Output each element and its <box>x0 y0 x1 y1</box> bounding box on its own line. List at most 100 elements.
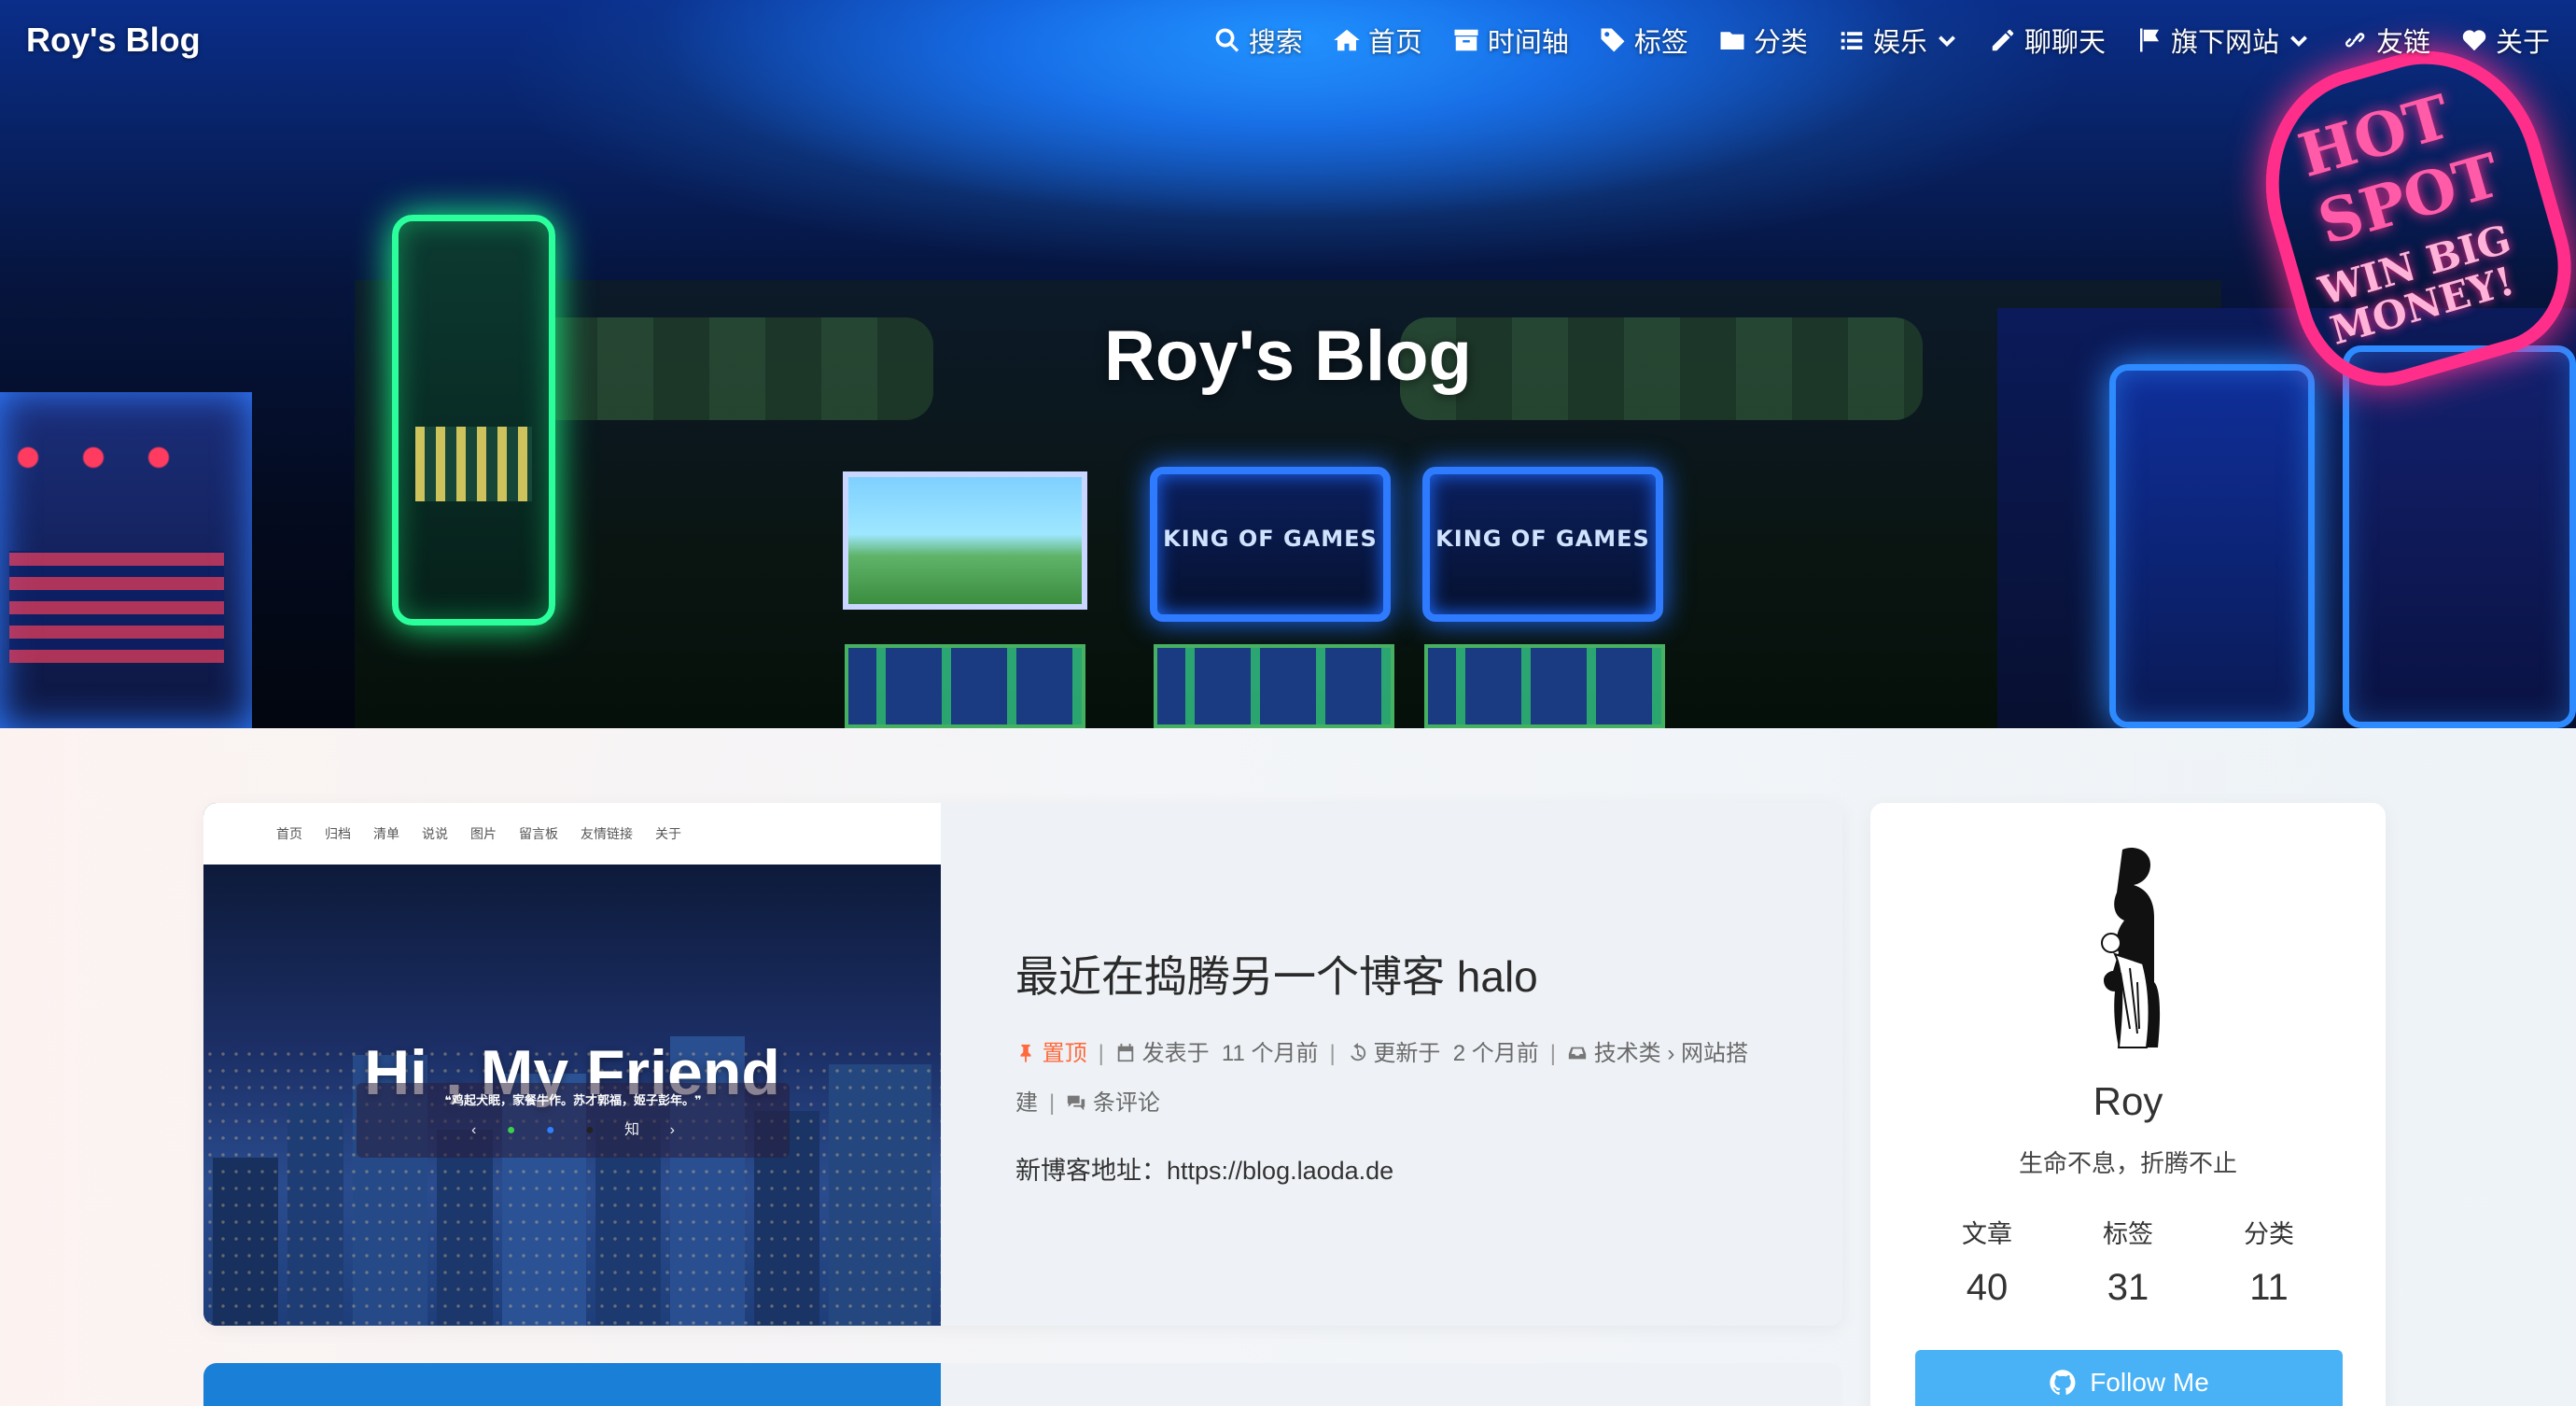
thumbnail-icon: › <box>669 1122 675 1138</box>
pinned-badge: 置顶 <box>1015 1041 1087 1066</box>
thumbnail-nav-item: 归档 <box>325 826 351 841</box>
thumbnail-nav-item: 清单 <box>373 826 399 841</box>
flag-icon <box>2135 26 2163 54</box>
nav-item-label: 聊聊天 <box>2023 28 2106 58</box>
meta-separator: | <box>1329 1041 1336 1066</box>
nav-item-label: 时间轴 <box>1487 28 1569 58</box>
post-card: 首页 归档 清单 说说 图片 留言板 友情链接 关于 Hi , My Frien… <box>203 803 1842 1326</box>
updated-date: 2 个月前 <box>1452 1041 1539 1066</box>
nav-item-timeline[interactable]: 时间轴 <box>1452 21 1569 60</box>
nav-item-tags[interactable]: 标签 <box>1599 21 1688 60</box>
chevron-down-icon <box>1935 28 1959 52</box>
pinned-label: 置顶 <box>1042 1041 1087 1066</box>
thumbnail-nav-item: 留言板 <box>519 826 558 841</box>
profile-name: Roy <box>2093 1079 2163 1123</box>
post-title[interactable]: 最近在捣腾另一个博客 halo <box>1015 943 1842 1005</box>
nav-item-entertainment[interactable]: 娱乐 <box>1838 21 1959 60</box>
nav-item-links[interactable]: 友链 <box>2341 21 2430 60</box>
heart-icon <box>2460 26 2488 54</box>
comments-label[interactable]: 条评论 <box>1093 1090 1160 1116</box>
nav-item-chat[interactable]: 聊聊天 <box>1989 21 2106 60</box>
hero-grid <box>9 551 224 663</box>
thumbnail-nav-item: 关于 <box>655 826 681 841</box>
hero-banner: KING OF GAMES KING OF GAMES HOT SPOT WIN … <box>0 0 2576 728</box>
thumbnail-quote: ❝鸡起犬眠，家餐牛作。苏才郭福，姬子彭年。❞ <box>444 1093 702 1107</box>
profile-stats: 文章 40 标签 31 分类 11 <box>1917 1214 2339 1309</box>
hero-game-screen-1: KING OF GAMES <box>1150 467 1391 622</box>
search-icon <box>1213 26 1241 54</box>
hero-lower-panel <box>1154 644 1394 728</box>
history-icon <box>1347 1033 1367 1080</box>
nav-item-sites[interactable]: 旗下网站 <box>2135 21 2311 60</box>
post-meta: 置顶 | 发表于 11 个月前 | 更新于 2 个月前 | 技术类 › 网站搭建 | 条… <box>1015 1031 1781 1130</box>
hero-screen-label: KING OF GAMES <box>1435 526 1650 552</box>
follow-me-button[interactable]: Follow Me <box>1915 1350 2343 1406</box>
hero-lower-panel <box>1424 644 1665 728</box>
chevron-down-icon <box>2287 28 2311 52</box>
nav-item-label: 关于 <box>2495 28 2550 58</box>
stat-categories[interactable]: 分类 11 <box>2199 1214 2339 1309</box>
nav-item-home[interactable]: 首页 <box>1333 21 1422 60</box>
nav-item-label: 分类 <box>1753 28 1808 58</box>
profile-motto: 生命不息，折腾不止 <box>2018 1149 2237 1177</box>
inbox-icon <box>1567 1033 1588 1080</box>
meta-separator: | <box>1098 1041 1104 1066</box>
follow-me-label: Follow Me <box>2090 1368 2209 1397</box>
hero-game-screen-2: KING OF GAMES <box>1422 467 1663 622</box>
stat-label: 分类 <box>2244 1220 2294 1248</box>
hero-bars <box>415 427 532 501</box>
stat-tags[interactable]: 标签 31 <box>2058 1214 2198 1309</box>
nav-item-label: 旗下网站 <box>2170 28 2279 58</box>
thumbnail-icon: ● <box>545 1122 555 1138</box>
post-thumbnail-next[interactable] <box>203 1363 941 1406</box>
thumbnail-mini-nav: 首页 归档 清单 说说 图片 留言板 友情链接 关于 <box>203 803 941 865</box>
nav-item-label: 标签 <box>1633 28 1688 58</box>
published-label: 发表于 <box>1141 1041 1210 1066</box>
hero-lights <box>9 429 177 485</box>
hero-green-machine <box>392 215 555 626</box>
comments-icon <box>1066 1083 1086 1130</box>
site-brand[interactable]: Roy's Blog <box>26 21 201 60</box>
meta-separator: | <box>1549 1041 1557 1066</box>
link-icon <box>2341 26 2369 54</box>
hero-title: Roy's Blog <box>1104 316 1472 396</box>
nav-item-label: 首页 <box>1367 28 1422 58</box>
calendar-icon <box>1115 1033 1136 1080</box>
hero-blue-cabinet <box>2109 364 2315 728</box>
nav-item-categories[interactable]: 分类 <box>1718 21 1808 60</box>
stat-value: 40 <box>1966 1267 2009 1308</box>
updated-label: 更新于 <box>1373 1041 1441 1066</box>
meta-separator: | <box>1049 1090 1056 1116</box>
stat-label: 标签 <box>2103 1220 2153 1248</box>
tags-icon <box>1599 26 1627 54</box>
category-link[interactable]: 技术类 <box>1594 1041 1661 1066</box>
thumbnail-nav-item: 图片 <box>470 826 497 841</box>
nav-item-about[interactable]: 关于 <box>2460 21 2550 60</box>
stat-value: 31 <box>2107 1267 2149 1308</box>
stat-value: 11 <box>2249 1267 2289 1308</box>
stat-articles[interactable]: 文章 40 <box>1917 1214 2057 1309</box>
top-navbar: Roy's Blog 搜索 首页 时间轴 标签 分类 娱乐 聊聊天 旗下网站 友… <box>0 0 2576 80</box>
hero-lower-panel <box>845 644 1085 728</box>
home-icon <box>1333 26 1361 54</box>
list-icon <box>1838 26 1866 54</box>
github-icon <box>2050 1370 2076 1396</box>
thumbnail-nav-item: 说说 <box>422 826 448 841</box>
pencil-icon <box>1989 26 2017 54</box>
thumbnail-icon: ● <box>585 1122 595 1138</box>
thumbnail-icon: 知 <box>624 1122 640 1138</box>
nav-item-label: 搜索 <box>1248 28 1303 58</box>
nav-item-search[interactable]: 搜索 <box>1213 21 1303 60</box>
thumbnail-nav-item: 友情链接 <box>581 826 633 841</box>
published-date: 11 个月前 <box>1221 1041 1319 1066</box>
folder-icon <box>1718 26 1746 54</box>
post-card-next[interactable] <box>203 1363 1842 1406</box>
archive-icon <box>1452 26 1480 54</box>
thumbnail-social-icons: ‹ ● ● ● 知 › <box>357 1117 790 1139</box>
hero-screen-label: KING OF GAMES <box>1163 526 1378 552</box>
nav-item-label: 友链 <box>2375 28 2430 58</box>
nav-menu: 搜索 首页 时间轴 标签 分类 娱乐 聊聊天 旗下网站 友链 关于 <box>1183 21 2550 60</box>
stat-label: 文章 <box>1962 1220 2012 1248</box>
post-thumbnail[interactable]: 首页 归档 清单 说说 图片 留言板 友情链接 关于 Hi , My Frien… <box>203 803 941 1326</box>
post-excerpt: 新博客地址：https://blog.laoda.de <box>1015 1157 1394 1185</box>
